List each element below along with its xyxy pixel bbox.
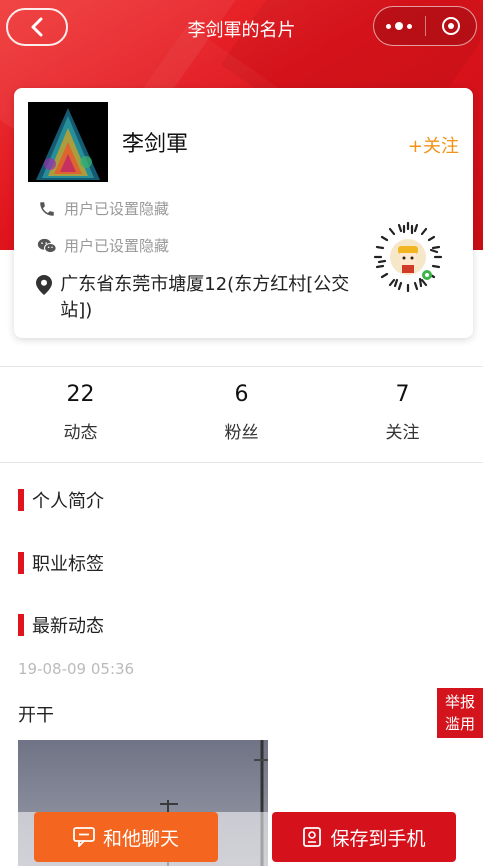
divider — [0, 366, 483, 367]
close-mini-program-button[interactable] — [426, 7, 477, 45]
stat-fans-label: 粉丝 — [224, 423, 259, 443]
mini-program-qr-code[interactable] — [371, 220, 445, 294]
more-dots-icon — [386, 22, 413, 30]
phone-value: 用户已设置隐藏 — [64, 200, 170, 218]
wechat-icon — [36, 237, 58, 255]
stat-posts-label: 动态 — [63, 423, 98, 443]
save-to-phone-button[interactable]: 保存到手机 — [272, 812, 456, 862]
stats-bar: 22 动态 6 粉丝 7 关注 — [0, 382, 483, 443]
chat-bubble-icon — [73, 827, 95, 847]
report-line1: 举报 — [444, 693, 475, 711]
stat-posts-value: 22 — [66, 382, 95, 407]
stat-following[interactable]: 7 关注 — [322, 382, 483, 443]
follow-button[interactable]: +关注 — [408, 132, 459, 158]
avatar[interactable] — [28, 102, 108, 182]
chat-button-label: 和他聊天 — [102, 827, 179, 850]
wechat-value: 用户已设置隐藏 — [64, 237, 170, 255]
chat-button[interactable]: 和他聊天 — [34, 812, 218, 862]
phone-row: 用户已设置隐藏 — [36, 198, 169, 219]
section-marker — [18, 552, 24, 574]
divider — [0, 462, 483, 463]
stat-following-label: 关注 — [385, 423, 420, 443]
mini-program-capsule — [373, 6, 477, 46]
section-marker — [18, 489, 24, 511]
profile-card: 李剑軍 +关注 用户已设置隐藏 用户已设置隐藏 广东省东莞市塘厦12(东方红村[… — [14, 88, 473, 338]
section-marker — [18, 614, 24, 636]
section-intro: 个人简介 — [18, 487, 104, 513]
section-tags: 职业标签 — [18, 550, 104, 576]
section-tags-title: 职业标签 — [32, 554, 104, 575]
wechat-row: 用户已设置隐藏 — [36, 235, 169, 256]
save-card-icon — [303, 827, 322, 847]
more-button[interactable] — [374, 7, 425, 45]
save-button-label: 保存到手机 — [330, 827, 426, 850]
profile-name: 李剑軍 — [122, 132, 189, 157]
section-latest: 最新动态 — [18, 612, 104, 638]
post-timestamp: 19-08-09 05:36 — [18, 660, 135, 678]
address-text: 广东省东莞市塘厦12(东方红村[公交站]) — [60, 274, 350, 321]
report-abuse-button[interactable]: 举报 滥用 — [437, 688, 483, 738]
post-text: 开干 — [18, 705, 54, 726]
section-intro-title: 个人简介 — [32, 491, 104, 512]
phone-icon — [36, 200, 58, 218]
stat-fans[interactable]: 6 粉丝 — [161, 382, 322, 443]
report-line2: 滥用 — [444, 715, 475, 733]
target-circle-icon — [441, 17, 460, 35]
stat-following-value: 7 — [395, 382, 410, 407]
section-latest-title: 最新动态 — [32, 616, 104, 637]
address-row: 广东省东莞市塘厦12(东方红村[公交站]) — [36, 272, 356, 324]
fractal-tree-image — [28, 102, 108, 182]
location-pin-icon — [36, 275, 56, 303]
stat-posts[interactable]: 22 动态 — [0, 382, 161, 443]
stat-fans-value: 6 — [234, 382, 249, 407]
